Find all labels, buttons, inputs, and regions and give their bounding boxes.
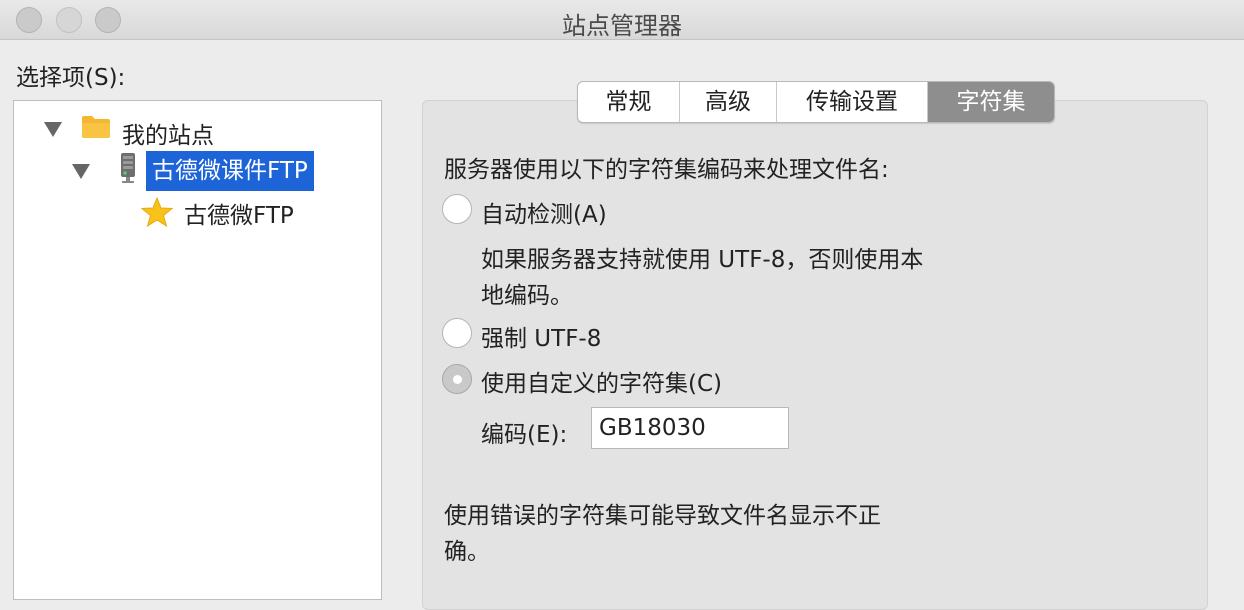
tab-general[interactable]: 常规 — [578, 82, 680, 122]
charset-intro-text: 服务器使用以下的字符集编码来处理文件名: — [444, 157, 889, 183]
tree-item-gdw-ftp[interactable]: 古德微FTP — [184, 193, 294, 233]
force-utf8-label[interactable]: 强制 UTF-8 — [481, 319, 601, 353]
tab-charset[interactable]: 字符集 — [928, 82, 1054, 122]
auto-detect-radio[interactable] — [442, 194, 472, 224]
auto-detect-label[interactable]: 自动检测(A) — [481, 195, 607, 229]
tree-item-label: 古德微FTP — [184, 203, 294, 229]
title-bar: 站点管理器 — [0, 0, 1244, 40]
tree-item-label: 我的站点 — [122, 123, 214, 149]
tab-transfer-settings[interactable]: 传输设置 — [777, 82, 928, 122]
charset-warning-text: 使用错误的字符集可能导致文件名显示不正 — [444, 503, 881, 529]
force-utf8-radio[interactable] — [442, 318, 472, 348]
encoding-label: 编码(E): — [481, 422, 568, 448]
custom-charset-radio[interactable] — [442, 364, 472, 394]
folder-icon — [82, 116, 110, 138]
disclosure-triangle-expanded-icon[interactable] — [72, 164, 90, 179]
tree-item-my-sites[interactable]: 我的站点 — [122, 113, 214, 153]
site-tree[interactable]: 我的站点 古德微课件FTP 古德微FTP — [13, 100, 382, 600]
tree-item-label: 古德微课件FTP — [146, 151, 314, 191]
settings-tabs: 常规 高级 传输设置 字符集 — [577, 81, 1055, 123]
tree-item-courseware-ftp[interactable]: 古德微课件FTP — [146, 151, 314, 191]
custom-charset-label[interactable]: 使用自定义的字符集(C) — [481, 364, 722, 398]
encoding-field[interactable] — [591, 407, 789, 449]
auto-detect-description: 如果服务器支持就使用 UTF-8，否则使用本 — [481, 247, 924, 273]
disclosure-triangle-expanded-icon[interactable] — [44, 122, 62, 137]
server-icon — [121, 153, 135, 183]
auto-detect-description-cont: 地编码。 — [481, 283, 573, 309]
select-entry-label: 选择项(S): — [16, 65, 126, 91]
charset-warning-text-cont: 确。 — [444, 539, 490, 565]
window-title: 站点管理器 — [562, 12, 682, 40]
star-icon — [141, 197, 173, 227]
tab-advanced[interactable]: 高级 — [680, 82, 777, 122]
